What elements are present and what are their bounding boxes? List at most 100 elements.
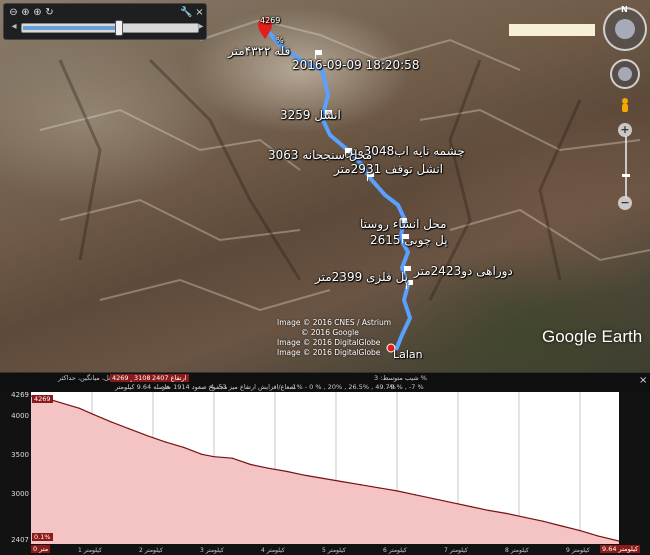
elevation-data-point — [396, 490, 398, 492]
y-tick-label: 3000 — [11, 489, 29, 498]
waypoint-label-2931: انشل توقف 2931متر — [334, 162, 444, 176]
min-elevation-stat: 2407 ارتفاع — [150, 374, 189, 382]
elevation-data-point — [378, 487, 380, 489]
waypoint-label-2423: دوراهی دو2423متر — [414, 264, 513, 278]
attribution-line: © 2016 Google — [301, 328, 359, 337]
zoom-out-icon[interactable]: ⊖ — [8, 7, 19, 18]
elevation-data-point — [561, 525, 563, 527]
x-tick-label: 6 کیلومتر — [382, 547, 407, 554]
y-tick-label: 2407 — [11, 536, 29, 544]
elevation-data-point — [127, 428, 130, 430]
google-earth-window: 4269 % قله ۴۳۲۲متر 2016-09-09 18:20:58 ا… — [0, 0, 650, 555]
summit-elevation-label: 4269 — [260, 16, 281, 25]
close-icon[interactable]: × — [194, 7, 205, 18]
time-slider-fill — [23, 26, 120, 30]
elevation-data-point — [79, 407, 81, 409]
elevation-data-point — [524, 516, 526, 519]
slider-left-arrow-icon[interactable]: ◂ — [8, 21, 20, 35]
cursor-slope-tag: 0.1% — [32, 533, 53, 541]
street-view-pegman-icon[interactable] — [619, 97, 631, 115]
slope-negative-values: -0 % , -7 % — [388, 383, 424, 391]
waypoint-label-3259: انشل 3259 — [280, 108, 341, 122]
elevation-data-point — [487, 509, 490, 511]
elevation-data-point — [109, 421, 111, 423]
elevation-profile-panel: حداقل، میانگین، حداکثر 4269 متر 3108 240… — [0, 372, 650, 555]
north-indicator[interactable]: N — [621, 5, 628, 14]
timestamp-label: 2016-09-09 18:20:58 — [292, 58, 420, 72]
elevation-data-point — [182, 446, 185, 448]
slope-values: -1% - 0 % , 20% , 26.5% , 49.7% — [290, 383, 396, 391]
elevation-data-point — [91, 413, 93, 415]
slider-right-arrow-icon[interactable]: ▸ — [195, 21, 207, 35]
waypoint-label-2399: پل فلزی 2399متر — [315, 270, 408, 284]
x-tick-label: 3 کیلومتر — [199, 547, 224, 554]
elevation-data-point — [213, 456, 215, 458]
y-tick-label: 4269 — [11, 391, 29, 399]
waypoint-label-village: محل انشاء روستا — [360, 217, 447, 231]
elevation-chart-svg — [31, 392, 619, 544]
time-slider[interactable] — [21, 20, 199, 36]
elevation-data-point — [286, 470, 288, 473]
y-tick-label: 4000 — [11, 411, 29, 420]
elevation-chart-plot[interactable] — [31, 392, 619, 544]
elevation-data-point — [542, 520, 544, 522]
imagery-attribution: Image © 2016 CNES / Astrium © 2016 Googl… — [277, 318, 391, 358]
profile-stats-header: حداقل، میانگین، حداکثر 4269 متر 3108 240… — [0, 372, 650, 392]
elevation-data-point — [579, 530, 581, 532]
google-earth-logo: Google Earth — [542, 327, 643, 346]
summit-label: قله ۴۳۲۲متر — [228, 44, 291, 58]
elevation-data-point — [268, 467, 270, 469]
tour-toolbar: ⊖ ⊕ ⊕ ↻ 🔧 × ◂ ▸ — [3, 3, 207, 40]
look-joystick-icon[interactable] — [615, 19, 635, 39]
zoom-fit-icon[interactable]: ⊕ — [32, 7, 43, 18]
elevation-data-point — [60, 402, 63, 404]
attribution-line: Image © 2016 DigitalGlobe — [277, 348, 381, 357]
x-axis-start-label: 0 متر — [31, 545, 51, 553]
x-axis-end-label: 9.64 کیلومتر — [600, 545, 641, 553]
slope-avg-label: شیب متوسط: 3 % — [374, 374, 427, 382]
elevation-data-point — [164, 441, 166, 443]
elevation-data-point — [304, 474, 307, 476]
move-joystick-icon[interactable] — [618, 67, 632, 81]
wrench-icon[interactable]: 🔧 — [180, 7, 192, 18]
time-slider-handle[interactable] — [114, 20, 123, 36]
elevation-data-point — [414, 494, 416, 496]
elevation-data-point — [432, 498, 435, 500]
elevation-data-point — [359, 484, 361, 486]
elevation-data-point — [506, 512, 508, 515]
town-label: Lalan — [393, 348, 423, 361]
elevation-data-point — [323, 477, 325, 480]
zoom-out-button[interactable]: − — [618, 196, 632, 210]
move-control[interactable] — [610, 59, 640, 89]
time-stat: 4 :53 میز — [210, 383, 238, 391]
elevation-data-point — [451, 502, 453, 504]
attribution-line: Image © 2016 DigitalGlobe — [277, 338, 381, 347]
max-elevation-tag: 4269 — [32, 395, 53, 403]
x-tick-label: 7 کیلومتر — [443, 547, 468, 554]
elevation-data-point — [469, 505, 471, 508]
elevation-data-point — [201, 453, 203, 455]
y-tick-label: 3500 — [11, 450, 29, 459]
elevation-data-point — [597, 535, 599, 537]
x-tick-label: 9 کیلومتر — [565, 547, 590, 554]
close-profile-icon[interactable]: × — [639, 375, 647, 386]
elevation-data-point — [231, 457, 233, 459]
waypoint-label-2615: پل چوبی 2615 — [370, 233, 448, 247]
x-tick-label: 2 کیلومتر — [138, 547, 163, 554]
slope-gain-label: شعاع/افزایش ارتفاع — [240, 383, 295, 391]
zoom-in-icon[interactable]: ⊕ — [20, 7, 31, 18]
attribution-line: Image © 2016 CNES / Astrium — [277, 318, 392, 327]
waypoint-label-3063: محل سنجحانه 3063 — [268, 148, 373, 162]
info-placeholder-box — [509, 24, 595, 36]
x-tick-label: 4 کیلومتر — [260, 547, 285, 554]
gps-track-line — [263, 26, 412, 351]
x-tick-label: 1 کیلومتر — [77, 547, 102, 554]
elevation-data-point — [249, 463, 252, 466]
elevation-area-fill — [31, 396, 619, 544]
refresh-icon[interactable]: ↻ — [44, 7, 55, 18]
x-tick-label: 5 کیلومتر — [321, 547, 346, 554]
elevation-data-point — [146, 435, 148, 437]
elevation-data-point — [341, 480, 343, 483]
satellite-map-view[interactable]: 4269 % قله ۴۳۲۲متر 2016-09-09 18:20:58 ا… — [0, 0, 650, 372]
x-tick-label: 8 کیلومتر — [504, 547, 529, 554]
